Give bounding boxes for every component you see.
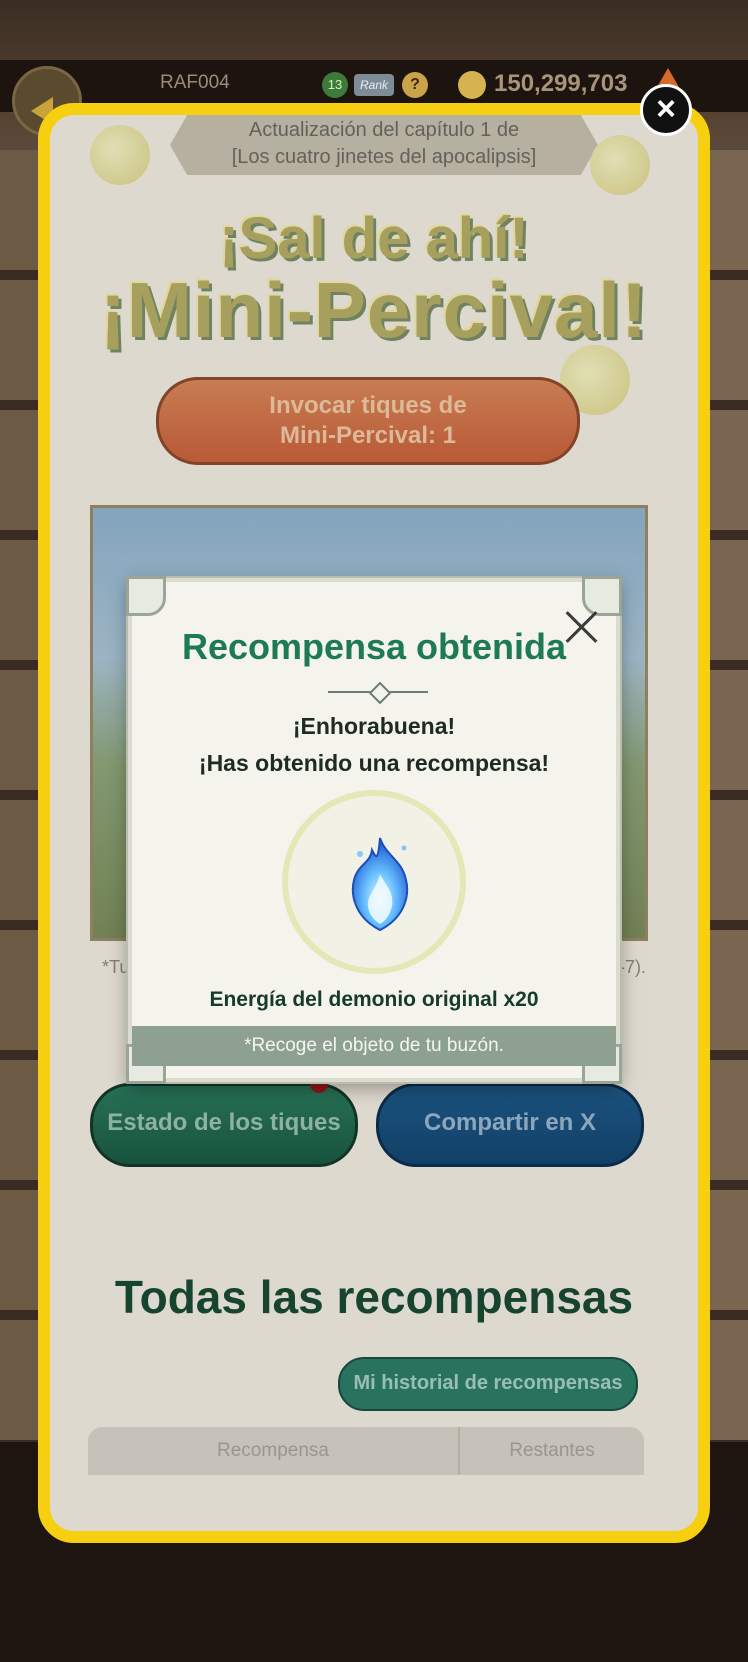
congrats-line-2: ¡Has obtenido una recompensa! [198,750,550,776]
column-header-reward: Recompensa [88,1427,460,1475]
player-id: RAF004 [160,72,230,93]
summon-label-line-1: Invocar tiques de [269,392,467,419]
event-title-line-2: ¡Mini-Percival! [99,266,649,354]
rank-badge[interactable]: Rank [354,74,394,96]
chapter-line-1: Actualización del capítulo 1 de [248,119,520,141]
blue-flame-icon [351,837,409,932]
gold-coin-icon [458,71,486,99]
close-modal-icon[interactable] [562,606,602,646]
event-title-line-1: ¡Sal de ahí! [219,206,529,271]
modal-title: Recompensa obtenida [181,626,567,667]
mini-percival-sprite [90,125,150,185]
corner-ornament [126,576,166,616]
summon-label-line-2: Mini-Percival: 1 [279,422,457,449]
chapter-banner: Actualización del capítulo 1 de [Los cua… [170,115,598,175]
help-icon[interactable]: ? [402,72,428,98]
divider-ornament-icon [368,681,392,705]
event-footnote-start: *Tu [102,957,130,977]
gold-amount: 150,299,703 [494,70,628,97]
reward-item-name: Energía del demonio original x20 [209,988,539,1011]
rewards-table-header: Recompensa Restantes [88,1427,644,1475]
close-panel-button[interactable]: × [640,84,692,136]
all-rewards-heading: Todas las recompensas [114,1271,634,1323]
share-on-x-button[interactable]: Compartir en X [376,1083,644,1167]
mailbox-note: *Recoge el objeto de tu buzón. [132,1026,616,1066]
mini-percival-sprite [590,135,650,195]
column-header-remaining: Restantes [509,1440,595,1461]
reward-history-button[interactable]: Mi historial de recompensas [338,1357,638,1411]
close-icon: × [656,90,676,128]
reward-item-frame [282,790,466,974]
summon-ticket-button[interactable]: Invocar tiques de Mini-Percival: 1 [156,377,580,465]
congrats-line-1: ¡Enhorabuena! [292,713,456,739]
level-badge: 13 [322,72,348,98]
ticket-status-button[interactable]: Estado de los tiques [90,1083,358,1167]
congratulations-message: ¡Enhorabuena! ¡Has obtenido una recompen… [132,708,616,782]
reward-modal: Recompensa obtenida ¡Enhorabuena! ¡Has o… [126,576,622,1084]
chapter-line-2: [Los cuatro jinetes del apocalipsis] [231,146,537,168]
